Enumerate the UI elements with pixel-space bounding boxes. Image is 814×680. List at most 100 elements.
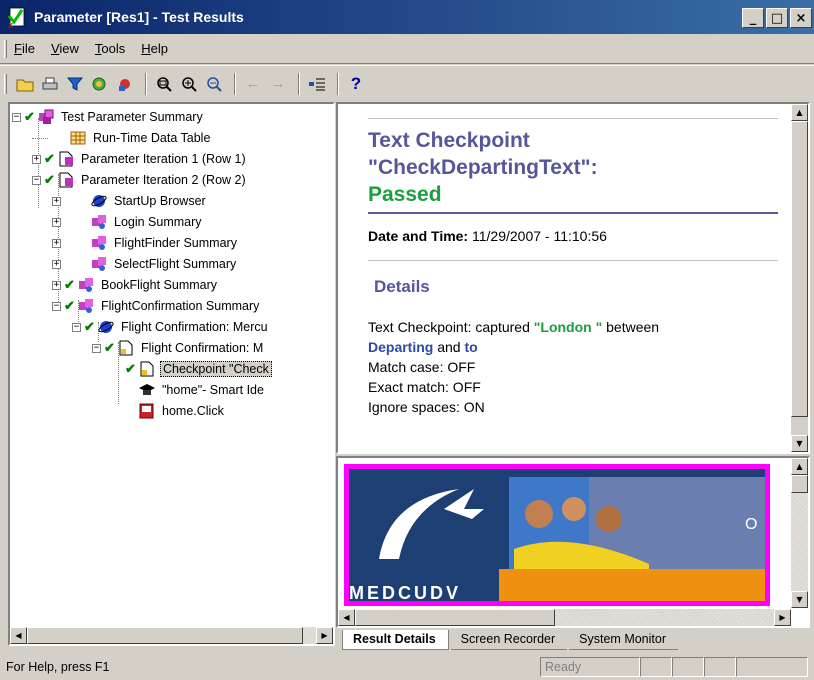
tree-node-iteration-2[interactable]: − ✔ Parameter Iteration 2 (Row 2) bbox=[32, 170, 248, 190]
scroll-thumb[interactable] bbox=[791, 121, 808, 417]
zoom-out-icon[interactable] bbox=[203, 73, 225, 95]
bug-report-icon[interactable] bbox=[114, 73, 136, 95]
tab-screen-recorder[interactable]: Screen Recorder bbox=[450, 630, 568, 650]
passed-check-icon: ✔ bbox=[64, 298, 75, 313]
divider bbox=[368, 212, 778, 214]
menu-file[interactable]: File bbox=[14, 41, 35, 56]
match-case: Match case: OFF bbox=[368, 359, 476, 375]
scroll-left-icon[interactable]: ◀ bbox=[10, 627, 27, 644]
passed-check-icon: ✔ bbox=[44, 151, 55, 166]
menubar-grip bbox=[4, 40, 7, 58]
toolbar-separator bbox=[337, 72, 339, 95]
passed-check-icon: ✔ bbox=[44, 172, 55, 187]
forward-arrow-icon[interactable]: → bbox=[267, 73, 289, 95]
menu-view[interactable]: View bbox=[51, 41, 79, 56]
zoom-fit-icon[interactable] bbox=[153, 73, 175, 95]
collapse-toggle-icon[interactable]: − bbox=[92, 343, 101, 353]
details-vertical-scrollbar[interactable]: ▲ ▼ bbox=[791, 104, 808, 452]
scroll-thumb[interactable] bbox=[27, 627, 303, 644]
tree-node-test-summary[interactable]: − ✔ Test Parameter Summary bbox=[12, 107, 205, 127]
tree-horizontal-scrollbar[interactable]: ◀ ▶ bbox=[10, 627, 333, 644]
captured-screenshot-pane: MEDCUDV O ▲ ▼ ◀ ▶ bbox=[336, 456, 810, 628]
open-folder-icon[interactable] bbox=[14, 73, 36, 95]
zoom-in-icon[interactable] bbox=[178, 73, 200, 95]
action-summary-icon bbox=[90, 235, 108, 251]
page-icon bbox=[117, 340, 135, 356]
results-tree[interactable]: − ✔ Test Parameter Summary Run-Time Data… bbox=[8, 102, 335, 646]
toolbar-grip bbox=[4, 74, 7, 94]
toolbar-separator bbox=[298, 72, 300, 95]
status-panel bbox=[672, 657, 704, 677]
status-panel bbox=[736, 657, 808, 677]
minimize-button[interactable]: _ bbox=[742, 8, 764, 28]
passed-check-icon: ✔ bbox=[125, 361, 136, 376]
collapse-toggle-icon[interactable]: − bbox=[72, 322, 81, 332]
browser-icon bbox=[90, 193, 108, 209]
tree-node-iteration-1[interactable]: + ✔ Parameter Iteration 1 (Row 1) bbox=[32, 149, 248, 169]
browser-icon bbox=[97, 319, 115, 335]
collapse-toggle-icon[interactable]: − bbox=[12, 112, 21, 122]
tree-node-checkpoint[interactable]: ✔ Checkpoint "Check bbox=[112, 359, 272, 379]
screenshot-horizontal-scrollbar[interactable]: ◀ ▶ bbox=[338, 609, 791, 626]
tree-node-flightconfirmation[interactable]: − ✔ FlightConfirmation Summary bbox=[52, 296, 261, 316]
tab-result-details[interactable]: Result Details bbox=[342, 630, 449, 650]
scroll-down-icon[interactable]: ▼ bbox=[791, 435, 808, 452]
tree-node-smart-identification[interactable]: "home"- Smart Ide bbox=[112, 380, 266, 400]
tree-node-login[interactable]: + Login Summary bbox=[52, 212, 204, 232]
screenshot-vertical-scrollbar[interactable]: ▲ ▼ bbox=[791, 458, 808, 608]
back-arrow-icon[interactable]: ← bbox=[242, 73, 264, 95]
expand-toggle-icon[interactable]: + bbox=[52, 280, 61, 290]
filter-icon[interactable] bbox=[64, 73, 86, 95]
menu-bar: File View Tools Help bbox=[0, 34, 814, 64]
tree-node-flightfinder[interactable]: + FlightFinder Summary bbox=[52, 233, 239, 253]
find-results-icon[interactable] bbox=[89, 73, 111, 95]
scroll-thumb[interactable] bbox=[355, 609, 555, 626]
between-line: Departing and to bbox=[368, 339, 478, 355]
scroll-right-icon[interactable]: ▶ bbox=[774, 609, 791, 626]
expand-toggle-icon[interactable]: + bbox=[52, 259, 61, 269]
window-title: Parameter [Res1] - Test Results bbox=[34, 9, 244, 25]
expand-toggle-icon[interactable]: + bbox=[32, 154, 41, 164]
menu-help[interactable]: Help bbox=[141, 41, 168, 56]
divider bbox=[368, 118, 778, 119]
expand-toggle-icon[interactable]: + bbox=[52, 217, 61, 227]
ignore-spaces: Ignore spaces: ON bbox=[368, 399, 485, 415]
collapse-toggle-icon[interactable]: − bbox=[32, 175, 41, 185]
close-button[interactable]: × bbox=[790, 8, 812, 28]
status-panel bbox=[704, 657, 736, 677]
help-icon[interactable]: ? bbox=[345, 73, 367, 95]
menu-tools[interactable]: Tools bbox=[95, 41, 125, 56]
expand-toggle-icon[interactable]: + bbox=[52, 196, 61, 206]
maximize-button[interactable]: □ bbox=[766, 8, 788, 28]
click-step-icon bbox=[138, 403, 156, 419]
tree-node-browser-step[interactable]: − ✔ Flight Confirmation: Mercu bbox=[72, 317, 270, 337]
tab-system-monitor[interactable]: System Monitor bbox=[569, 630, 679, 650]
test-summary-icon bbox=[37, 109, 55, 125]
captured-text-line: Text Checkpoint: captured "London " betw… bbox=[368, 319, 660, 335]
action-summary-icon bbox=[90, 214, 108, 230]
print-icon[interactable] bbox=[39, 73, 61, 95]
toolbar-separator bbox=[234, 72, 236, 95]
title-bar: x Parameter [Res1] - Test Results _ □ × bbox=[0, 0, 814, 34]
tree-node-runtime-table[interactable]: Run-Time Data Table bbox=[32, 128, 212, 148]
scroll-down-icon[interactable]: ▼ bbox=[791, 591, 808, 608]
scroll-up-icon[interactable]: ▲ bbox=[791, 104, 808, 121]
graduation-cap-icon bbox=[138, 382, 156, 398]
action-summary-icon bbox=[90, 256, 108, 272]
status-panel bbox=[640, 657, 672, 677]
tree-node-bookflight[interactable]: + ✔ BookFlight Summary bbox=[52, 275, 219, 295]
scroll-up-icon[interactable]: ▲ bbox=[791, 458, 808, 475]
toolbar-separator bbox=[145, 72, 147, 95]
tree-node-page-step[interactable]: − ✔ Flight Confirmation: M bbox=[92, 338, 265, 358]
tree-node-home-click[interactable]: home.Click bbox=[112, 401, 226, 421]
scroll-thumb[interactable] bbox=[791, 475, 808, 493]
tree-node-selectflight[interactable]: + SelectFlight Summary bbox=[52, 254, 238, 274]
collapse-toggle-icon[interactable]: − bbox=[52, 301, 61, 311]
scroll-left-icon[interactable]: ◀ bbox=[338, 609, 355, 626]
expand-all-icon[interactable] bbox=[306, 73, 328, 95]
help-hint: For Help, press F1 bbox=[6, 660, 110, 674]
expand-toggle-icon[interactable]: + bbox=[52, 238, 61, 248]
iteration-icon bbox=[57, 151, 75, 167]
tree-node-startup-browser[interactable]: + StartUp Browser bbox=[52, 191, 208, 211]
scroll-right-icon[interactable]: ▶ bbox=[316, 627, 333, 644]
